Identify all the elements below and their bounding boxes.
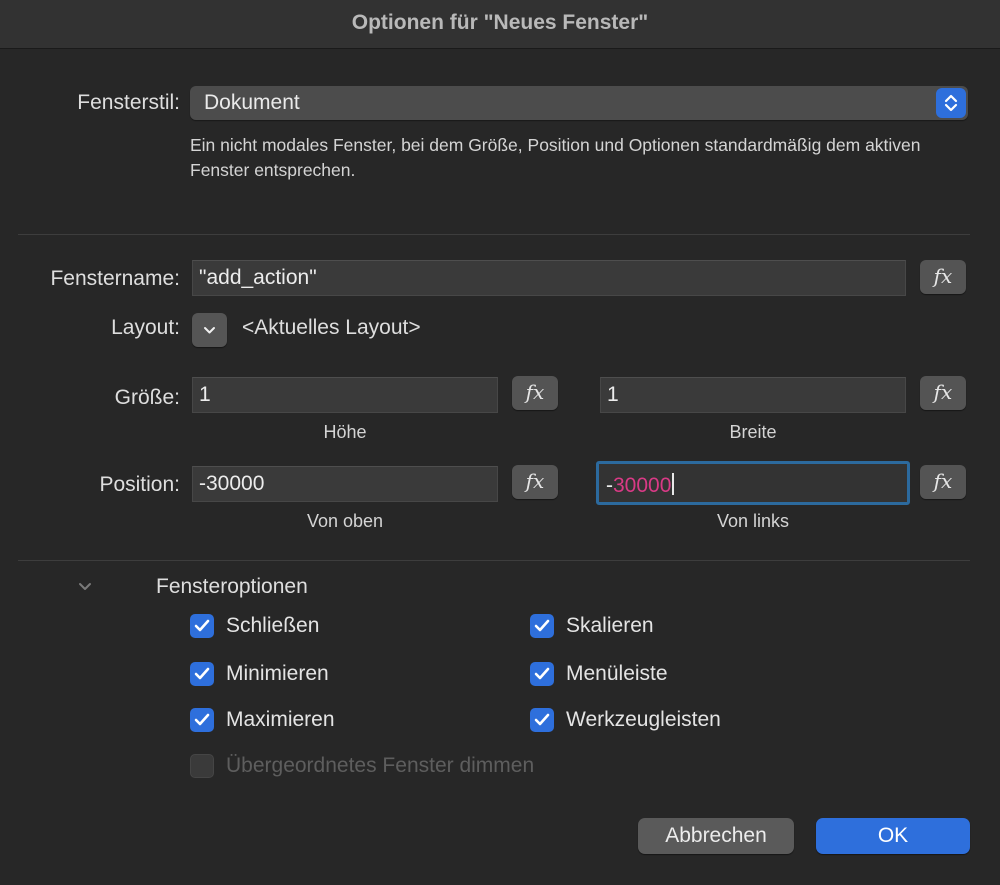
left-position-value: -30000 [606,473,675,498]
left-position-fx-button[interactable]: fx [920,465,966,499]
checkmark-icon [194,667,210,680]
left-position-caption: Von links [716,511,790,531]
ok-button[interactable]: OK [816,818,970,854]
window-style-value: Dokument [204,91,300,114]
minimize-checkbox-label[interactable]: Minimieren [226,662,329,686]
checkmark-icon [194,713,210,726]
checkmark-icon [534,619,550,632]
window-name-fx-button[interactable]: fx [920,260,966,294]
size-label: Größe: [114,386,180,409]
left-position-selected-text: 30000 [613,474,672,497]
separator [18,234,970,235]
title-bar: Optionen für "Neues Fenster" [0,0,1000,49]
window-style-description: Ein nicht modales Fenster, bei dem Größe… [190,135,921,180]
height-caption: Höhe [323,422,367,442]
minimize-checkbox[interactable] [190,662,214,686]
height-field[interactable]: 1 [192,377,498,413]
top-position-value: -30000 [199,472,265,495]
window-name-label: Fenstername: [50,267,180,290]
height-value: 1 [199,383,211,406]
top-position-fx-button[interactable]: fx [512,465,558,499]
height-fx-button[interactable]: fx [512,376,558,410]
resize-checkbox-label[interactable]: Skalieren [566,614,654,638]
toolbars-checkbox[interactable] [530,708,554,732]
top-position-field[interactable]: -30000 [192,466,498,502]
text-cursor [672,473,675,495]
cancel-button[interactable]: Abbrechen [638,818,794,854]
window-options-header: Fensteroptionen [156,575,308,598]
close-checkbox-label[interactable]: Schließen [226,614,319,638]
disclosure-chevron-down-icon[interactable] [77,581,93,593]
window-style-popup[interactable]: Dokument [190,86,968,120]
checkmark-icon [534,713,550,726]
width-caption: Breite [729,422,777,442]
menu-bar-checkbox-label[interactable]: Menüleiste [566,662,668,686]
toolbars-checkbox-label[interactable]: Werkzeugleisten [566,708,721,732]
left-position-prefix: - [606,474,613,497]
top-position-caption: Von oben [306,511,384,531]
close-checkbox[interactable] [190,614,214,638]
width-fx-button[interactable]: fx [920,376,966,410]
resize-checkbox[interactable] [530,614,554,638]
separator [18,560,970,561]
width-field[interactable]: 1 [600,377,906,413]
window-style-label: Fensterstil: [77,91,180,114]
window-title: Optionen für "Neues Fenster" [351,11,649,34]
layout-label: Layout: [111,316,180,339]
maximize-checkbox[interactable] [190,708,214,732]
checkmark-icon [534,667,550,680]
window-name-value: "add_action" [199,266,317,289]
chevron-down-icon [204,327,215,334]
checkmark-icon [194,619,210,632]
dim-parent-window-checkbox [190,754,214,778]
left-position-field[interactable]: -30000 [596,461,910,505]
dialog-window: Optionen für "Neues Fenster" Fensterstil… [0,0,1000,885]
dim-parent-window-checkbox-label: Übergeordnetes Fenster dimmen [226,754,535,777]
window-name-field[interactable]: "add_action" [192,260,906,296]
width-value: 1 [607,383,619,406]
menu-bar-checkbox[interactable] [530,662,554,686]
layout-menu-button[interactable] [192,313,227,347]
layout-value: <Aktuelles Layout> [242,316,421,339]
position-label: Position: [99,473,180,496]
up-down-chevron-icon [936,88,966,118]
maximize-checkbox-label[interactable]: Maximieren [226,708,335,732]
